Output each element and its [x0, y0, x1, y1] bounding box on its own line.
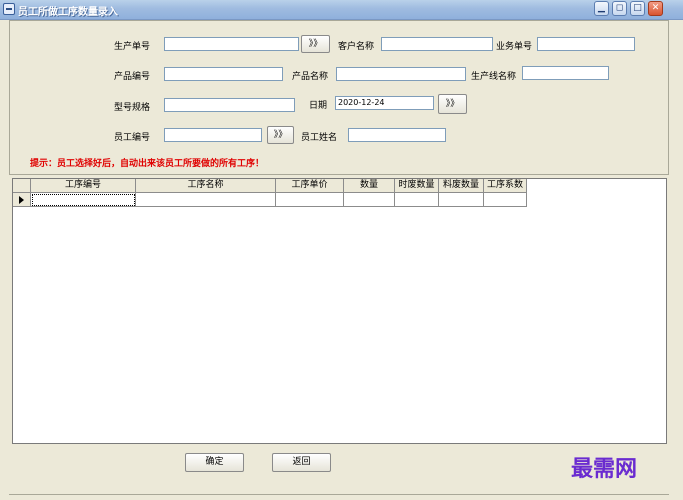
table-cell[interactable] — [136, 193, 276, 207]
window-title: 员工所做工序数量录入 — [18, 7, 118, 18]
customer-name-input[interactable] — [381, 37, 493, 51]
column-header[interactable]: 工序名称 — [136, 179, 276, 193]
restore-button[interactable]: ◻ — [612, 1, 627, 16]
product-name-label: 产品名称 — [292, 72, 329, 82]
order-no-label: 生产单号 — [114, 42, 151, 52]
employee-select-button[interactable]: 》》 — [267, 126, 294, 144]
employee-no-input[interactable] — [164, 128, 262, 142]
product-no-label: 产品编号 — [114, 72, 151, 82]
entry-form-panel: 生产单号 》》 客户名称 业务单号 产品编号 产品名称 生产线名称 型号规格 日… — [9, 20, 669, 175]
grid-corner — [13, 179, 31, 193]
column-header[interactable]: 数量 — [344, 179, 395, 193]
employee-name-input[interactable] — [348, 128, 446, 142]
line-name-label: 生产线名称 — [471, 72, 517, 82]
process-grid[interactable]: 工序编号 工序名称 工序单价 数量 时废数量 料废数量 工序系数 — [12, 178, 667, 444]
current-row-arrow-icon — [19, 196, 24, 204]
product-no-input[interactable] — [164, 67, 283, 81]
column-header[interactable]: 时废数量 — [395, 179, 439, 193]
button-bar: 确定 返回 — [12, 444, 667, 494]
watermark-logo: 最需网 — [571, 456, 638, 482]
table-cell[interactable] — [31, 193, 136, 207]
employee-no-label: 员工编号 — [114, 133, 151, 143]
table-cell[interactable] — [395, 193, 439, 207]
restore-icon: ◻ — [615, 3, 624, 13]
customer-name-label: 客户名称 — [338, 42, 375, 52]
table-cell[interactable] — [439, 193, 484, 207]
column-header[interactable]: 工序系数 — [484, 179, 527, 193]
window-menu-icon[interactable] — [3, 3, 15, 15]
main-window: 员工所做工序数量录入 ▁ ◻ □ ✕ 生产单号 》》 客户名称 业务单号 产品编… — [0, 0, 683, 500]
column-header[interactable]: 工序单价 — [276, 179, 344, 193]
divider — [9, 494, 669, 495]
business-no-input[interactable] — [537, 37, 635, 51]
row-selector[interactable] — [13, 193, 31, 207]
ok-button[interactable]: 确定 — [185, 453, 244, 472]
product-name-input[interactable] — [336, 67, 466, 81]
model-spec-input[interactable] — [164, 98, 295, 112]
table-cell[interactable] — [484, 193, 527, 207]
close-button[interactable]: ✕ — [648, 1, 663, 16]
title-bar[interactable]: 员工所做工序数量录入 ▁ ◻ □ ✕ — [0, 0, 683, 20]
minimize-icon: ▁ — [598, 3, 605, 13]
date-input[interactable]: 2020-12-24 — [335, 96, 434, 110]
date-select-button[interactable]: 》》 — [438, 94, 467, 114]
model-spec-label: 型号规格 — [114, 103, 151, 113]
back-button[interactable]: 返回 — [272, 453, 331, 472]
hint-text: 提示：员工选择好后，自动出来该员工所要做的所有工序！ — [30, 159, 265, 169]
date-label: 日期 — [309, 101, 328, 111]
maximize-button[interactable]: □ — [630, 1, 645, 16]
column-header[interactable]: 工序编号 — [31, 179, 136, 193]
column-header[interactable]: 料废数量 — [439, 179, 484, 193]
table-cell[interactable] — [276, 193, 344, 207]
employee-name-label: 员工姓名 — [301, 133, 338, 143]
order-select-button[interactable]: 》》 — [301, 35, 330, 53]
close-icon: ✕ — [651, 3, 660, 13]
order-no-input[interactable] — [164, 37, 299, 51]
table-cell[interactable] — [344, 193, 395, 207]
maximize-icon: □ — [633, 3, 642, 13]
business-no-label: 业务单号 — [496, 42, 533, 52]
minimize-button[interactable]: ▁ — [594, 1, 609, 16]
line-name-input[interactable] — [522, 66, 609, 80]
